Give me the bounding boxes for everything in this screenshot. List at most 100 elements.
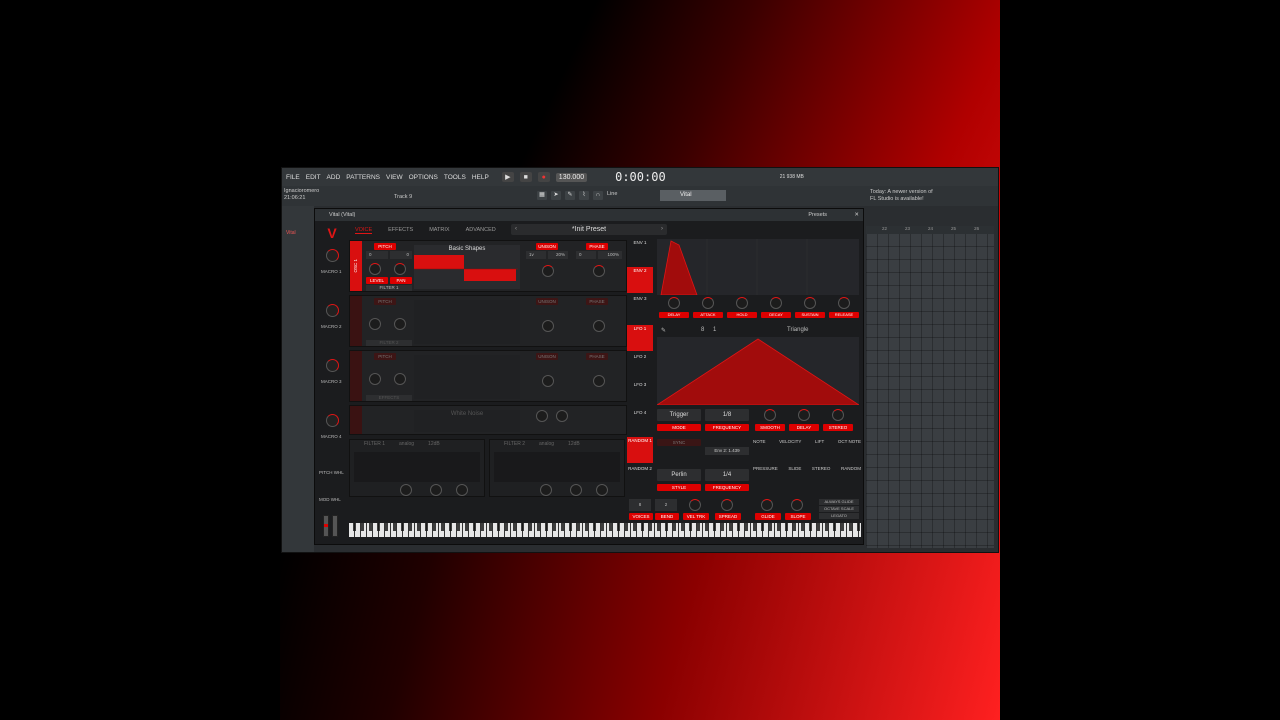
env-attack-knob[interactable] [702,297,714,309]
sample-level-knob[interactable] [536,410,548,422]
filter-1-name[interactable]: FILTER 1 [364,441,385,447]
pitch-wheel[interactable] [323,515,329,537]
mod-source-oct-note[interactable]: OCT NOTE [838,439,861,444]
unison-voices[interactable]: 1v [526,251,546,259]
playlist-grid[interactable] [866,234,994,548]
filter-destination[interactable]: FILTER 2 [366,340,412,346]
plugin-title-bar[interactable]: Vital (Vital) Presets ✕ [315,209,863,221]
phase-knob[interactable] [593,375,605,387]
octave-scale-toggle[interactable]: OCTAVE SCALE [819,506,859,512]
browser-item-vital[interactable]: Vital [282,228,314,238]
mod-source-pressure[interactable]: PRESSURE [753,466,778,471]
lfo-1-tab[interactable]: LFO 1 [627,325,653,351]
preset-selector[interactable]: ‹ *Init Preset › [511,224,667,235]
filter-destination[interactable]: FILTER 1 [366,285,412,291]
presets-button[interactable]: Presets [808,209,827,221]
mod-wheel[interactable] [332,515,338,537]
pitch-semitone[interactable]: 0 [390,251,412,259]
phase-knob[interactable] [593,320,605,332]
always-glide-toggle[interactable]: ALWAYS GLIDE [819,499,859,505]
channel-selector[interactable]: Vital [660,190,726,201]
macro-4-knob[interactable] [326,414,339,427]
env-3-tab[interactable]: ENV 3 [627,295,653,321]
filter-cutoff-knob[interactable] [400,484,412,496]
menu-patterns[interactable]: PATTERNS [345,174,381,181]
mod-source-lift[interactable]: LIFT [815,439,824,444]
filter-drive-knob[interactable] [596,484,608,496]
wavetable-display[interactable] [414,300,520,344]
filter-2-name[interactable]: FILTER 2 [504,441,525,447]
spread-knob[interactable] [721,499,733,511]
env-delay-knob[interactable] [668,297,680,309]
env-decay-knob[interactable] [770,297,782,309]
pencil-icon[interactable]: ✎ [661,327,666,334]
phase-value[interactable]: 0 [576,251,596,259]
voices-value[interactable]: 8 [629,499,651,511]
env-sustain-knob[interactable] [804,297,816,309]
tempo-display[interactable]: 130.000 [555,172,588,182]
mod-source-stereo[interactable]: STEREO [812,466,831,471]
brush-icon[interactable]: ⌇ [579,191,589,200]
menu-file[interactable]: FILE [285,174,301,181]
lfo-2-tab[interactable]: LFO 2 [627,353,653,379]
menu-view[interactable]: VIEW [385,174,404,181]
sample-pan-knob[interactable] [556,410,568,422]
phase-random[interactable]: 100% [598,251,622,259]
tab-effects[interactable]: EFFECTS [388,227,413,234]
mod-source-random[interactable]: RANDOM [841,466,861,471]
filter-1-model[interactable]: analog [399,441,414,447]
pan-knob[interactable] [394,263,406,275]
next-preset-icon[interactable]: › [661,224,663,235]
filter-2-type[interactable]: 12dB [568,441,580,447]
close-icon[interactable]: ✕ [854,209,859,221]
menu-options[interactable]: OPTIONS [408,174,439,181]
wavetable-display[interactable] [414,355,520,399]
random-frequency-dropdown[interactable]: 1/4 [705,469,749,481]
env-1-tab[interactable]: ENV 1 [627,239,653,265]
filter-2-response[interactable] [494,452,620,482]
pencil-icon[interactable]: ✎ [565,191,575,200]
lfo-3-tab[interactable]: LFO 3 [627,381,653,407]
mod-source-velocity[interactable]: VELOCITY [779,439,801,444]
lfo-delay-knob[interactable] [798,409,810,421]
unison-knob[interactable] [542,375,554,387]
menu-add[interactable]: ADD [326,174,342,181]
legato-toggle[interactable]: LEGATO [819,513,859,519]
envelope-graph[interactable] [657,239,859,295]
news-panel[interactable]: Today: A newer version of FL Studio is a… [870,189,933,203]
osc-3-toggle[interactable] [350,351,362,401]
menu-tools[interactable]: TOOLS [443,174,467,181]
mod-source-slide[interactable]: SLIDE [788,466,801,471]
bend-value[interactable]: 2 [655,499,677,511]
filter-destination[interactable]: EFFECTS [366,395,412,401]
pan-knob[interactable] [394,318,406,330]
unison-detune[interactable]: 20% [548,251,568,259]
tab-voice[interactable]: VOICE [355,227,373,234]
filter-2-model[interactable]: analog [539,441,554,447]
unison-knob[interactable] [542,265,554,277]
macro-2-knob[interactable] [326,304,339,317]
filter-cutoff-knob[interactable] [540,484,552,496]
snap-mode[interactable]: Line [607,191,617,200]
tab-matrix[interactable]: MATRIX [429,227,449,234]
tab-advanced[interactable]: ADVANCED [466,227,496,234]
lfo-grid-y[interactable]: 1 [713,327,716,333]
level-knob[interactable] [369,373,381,385]
stop-icon[interactable]: ■ [519,172,532,182]
lfo-4-tab[interactable]: LFO 4 [627,409,653,435]
prev-preset-icon[interactable]: ‹ [515,224,517,235]
slope-knob[interactable] [791,499,803,511]
osc-2-toggle[interactable] [350,296,362,346]
lfo-graph[interactable] [657,337,859,405]
pan-knob[interactable] [394,373,406,385]
macro-3-knob[interactable] [326,359,339,372]
wavetable-display[interactable]: Basic Shapes [414,245,520,289]
arrow-icon[interactable]: ➤ [551,191,561,200]
lfo-grid-x[interactable]: 8 [701,327,704,333]
magnet-icon[interactable]: ∩ [593,191,603,200]
menu-edit[interactable]: EDIT [305,174,322,181]
play-icon[interactable]: ▶ [501,172,514,182]
sample-display[interactable]: White Noise [414,410,520,432]
env-hold-knob[interactable] [736,297,748,309]
lfo-smooth-knob[interactable] [764,409,776,421]
